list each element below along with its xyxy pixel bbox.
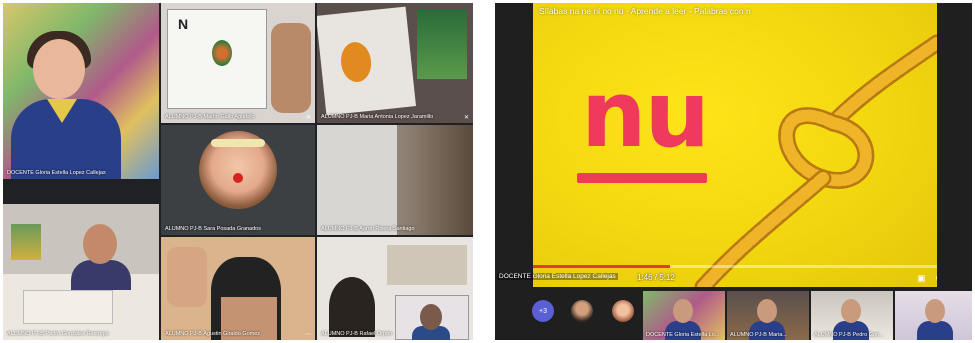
video-title[interactable]: Sílabas na ne ni no nu - Aprende a leer … bbox=[539, 6, 751, 16]
participant-name: ALUMNO PJ-B Sara Posada Granados bbox=[165, 226, 261, 232]
participant-tile-martin[interactable]: N ALUMNO PJ-B Martin Gallo Agudelo ✕ bbox=[161, 3, 315, 123]
student-body bbox=[71, 260, 131, 290]
thumb-head bbox=[841, 299, 861, 323]
video-time: 1:46 / 5:12 bbox=[637, 273, 675, 282]
participant-name: ALUMNO PJ-B Agustin Giraldo Gomez bbox=[165, 331, 261, 337]
thumbnail-label: ALUMNO PJ-B Maria... bbox=[730, 332, 787, 338]
participant-tile-agustin[interactable]: ALUMNO PJ-B Agustin Giraldo Gomez ⋯ bbox=[161, 237, 315, 340]
self-head bbox=[420, 304, 442, 330]
participant-tile-teacher[interactable]: DOCENTE Gloria Estella Lopez Callejas bbox=[3, 3, 159, 179]
clown-nose bbox=[233, 173, 243, 183]
participant-tile-rafael[interactable]: ALUMNO PJ-B Rafael Orpen bbox=[317, 237, 473, 340]
participant-thumbnail[interactable]: DOCENTE Gloria Estella Lo... bbox=[643, 291, 725, 340]
thumb-body bbox=[917, 321, 953, 340]
video-player[interactable]: Sílabas na ne ni no nu - Aprende a leer … bbox=[533, 3, 937, 287]
drawing-fish bbox=[339, 40, 374, 84]
syllable-text: nu bbox=[581, 61, 710, 168]
syllable-underline bbox=[577, 173, 707, 183]
hand bbox=[271, 23, 311, 113]
worksheet-drawing bbox=[212, 40, 232, 66]
participant-name: ALUMNO PJ-B Pedro Gonzalez Restrepo bbox=[7, 331, 109, 337]
more-options-icon[interactable]: ⋯ bbox=[305, 331, 311, 338]
participant-thumbnail[interactable]: ALUMNO PJ-B Maria... bbox=[727, 291, 809, 340]
wall-picture bbox=[11, 224, 41, 260]
video-call-grid: DOCENTE Gloria Estella Lopez Callejas N … bbox=[3, 3, 473, 340]
shelf bbox=[387, 245, 467, 285]
student-head bbox=[83, 224, 117, 264]
worksheet-letter: N bbox=[178, 16, 189, 32]
mic-off-icon: ✕ bbox=[305, 115, 311, 121]
participant-tile-maria[interactable]: ALUMNO PJ-B Maria Antonia Lopez Jaramill… bbox=[317, 3, 473, 123]
participant-tile-sara[interactable]: ALUMNO PJ-B Sara Posada Granados bbox=[161, 125, 315, 235]
worksheet-paper: N bbox=[167, 9, 267, 109]
presentation-panel: Sílabas na ne ni no nu - Aprende a leer … bbox=[495, 3, 972, 340]
headband bbox=[211, 139, 265, 147]
participant-name: ALUMNO PJ-B Aaron Rivera Santiago bbox=[321, 226, 415, 232]
student-head bbox=[329, 277, 375, 337]
worksheet-paper bbox=[317, 6, 416, 116]
thumb-head bbox=[757, 299, 777, 323]
hand bbox=[167, 247, 207, 307]
participant-avatar[interactable] bbox=[612, 300, 634, 322]
video-progress-bar[interactable] bbox=[533, 265, 937, 268]
wall-picture bbox=[417, 9, 467, 79]
thumb-head bbox=[673, 299, 693, 323]
teacher-face bbox=[33, 39, 85, 99]
video-progress-fill bbox=[533, 265, 671, 268]
participant-tile-pedro[interactable]: ALUMNO PJ-B Pedro Gonzalez Restrepo bbox=[3, 204, 159, 340]
participant-tile-aaron[interactable]: ALUMNO PJ-B Aaron Rivera Santiago bbox=[317, 125, 473, 235]
participant-name: DOCENTE Gloria Estella Lopez Callejas bbox=[7, 170, 106, 176]
participant-name: ALUMNO PJ-B Rafael Orpen bbox=[321, 331, 393, 337]
participant-avatar[interactable] bbox=[571, 300, 593, 322]
participant-thumbnail[interactable]: ALUMNO PJ-B Pedro Gon... bbox=[811, 291, 893, 340]
participant-name: ALUMNO PJ-B Martin Gallo Agudelo bbox=[165, 114, 255, 120]
more-participants-button[interactable]: +3 bbox=[532, 300, 554, 322]
thumbnail-label: ALUMNO PJ-B Pedro Gon... bbox=[814, 332, 884, 338]
participant-thumbnail[interactable] bbox=[895, 291, 972, 340]
participants-strip: +3 DOCENTE Gloria Estella Lo... ALUMNO P… bbox=[495, 291, 972, 340]
self-view-tile[interactable] bbox=[395, 295, 469, 340]
wall bbox=[317, 125, 397, 235]
settings-icon[interactable]: ⚙ bbox=[935, 273, 937, 284]
presenter-name: DOCENTE Gloria Estella Lopez Callejas bbox=[497, 273, 618, 280]
mic-off-icon: ✕ bbox=[463, 115, 469, 121]
captions-icon[interactable]: ▣ bbox=[917, 273, 926, 284]
thumbnail-label: DOCENTE Gloria Estella Lo... bbox=[646, 332, 720, 338]
thumb-head bbox=[925, 299, 945, 323]
worksheet-paper bbox=[23, 290, 113, 324]
participant-name: ALUMNO PJ-B Maria Antonia Lopez Jaramill… bbox=[321, 114, 434, 120]
